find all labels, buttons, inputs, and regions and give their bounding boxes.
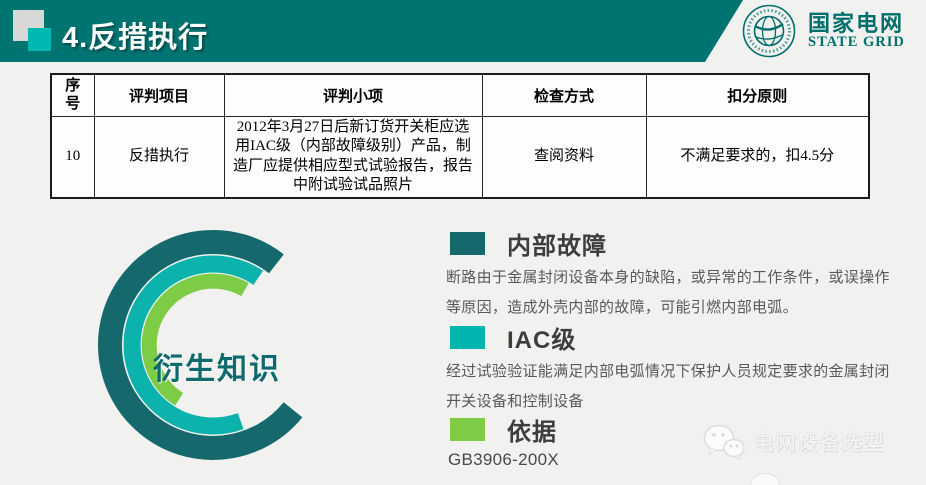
slide-page: 4.反措执行 国家电网 STATE GRID 序号 评判项目 评判小项 检查方式 (0, 0, 926, 485)
logo-en-label: STATE GRID (808, 35, 905, 50)
section-title: 依据 (507, 412, 557, 447)
logo-text: 国家电网 STATE GRID (808, 12, 905, 50)
section-internal-fault-header: 内部故障 (450, 226, 607, 261)
section-title: IAC级 (507, 320, 576, 355)
bullet-square-dark-teal (450, 232, 485, 255)
state-grid-logo: 国家电网 STATE GRID (742, 4, 905, 58)
wechat-icon (703, 424, 745, 460)
bullet-square-green (450, 418, 485, 441)
section-internal-fault-body: 断路由于金属封闭设备本身的缺陷，或异常的工作条件，或误操作等原因，造成外壳内部的… (446, 263, 898, 323)
watermark-text: 电网设备选型 (753, 427, 885, 457)
section-iac-header: IAC级 (450, 320, 576, 355)
bullet-square-cyan (450, 326, 485, 349)
logo-cn-label: 国家电网 (808, 12, 905, 35)
state-grid-emblem-icon (742, 4, 796, 58)
page-title: 4.反措执行 (62, 14, 208, 56)
watermark: 电网设备选型 (703, 424, 885, 460)
section-title: 内部故障 (507, 226, 607, 261)
section-basis-header: 依据 (450, 412, 557, 447)
section-iac-body: 经过试验验证能满足内部电弧情况下保护人员规定要求的金属封闭开关设备和控制设备 (446, 357, 898, 417)
section-basis-body: GB3906-200X (448, 450, 559, 470)
knowledge-badge: 衍生知识 (153, 344, 281, 388)
decor-square-cyan (28, 28, 51, 51)
